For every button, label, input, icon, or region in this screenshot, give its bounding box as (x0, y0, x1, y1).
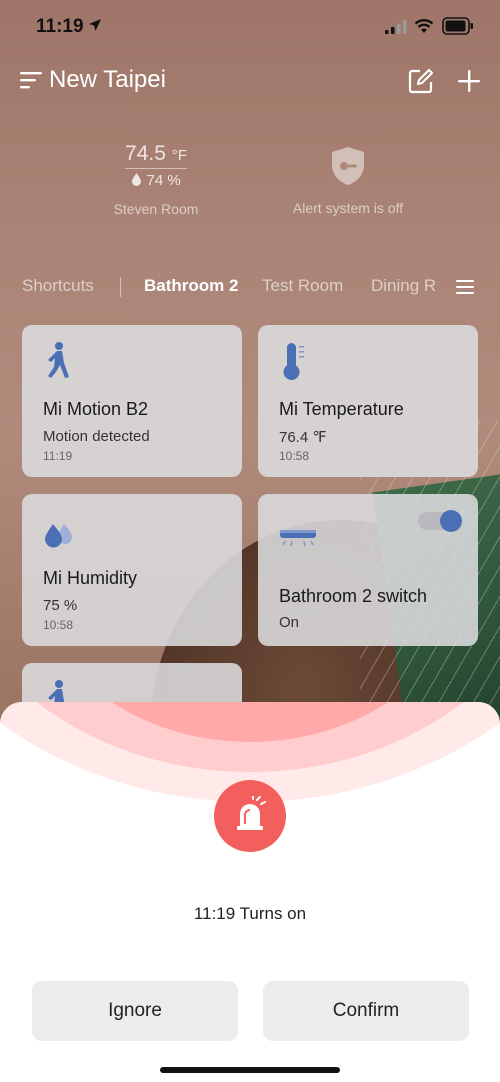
water-drops-icon (45, 524, 72, 548)
menu-icon[interactable] (20, 70, 42, 90)
ceiling-light-icon (280, 530, 316, 547)
device-name: Mi Temperature (279, 399, 404, 419)
device-card-bathroom-switch[interactable]: Bathroom 2 switch On (258, 494, 478, 646)
device-name: Mi Humidity (43, 568, 138, 588)
home-title[interactable]: New Taipei (49, 66, 166, 94)
walking-person-icon (48, 342, 69, 378)
alarm-siren-icon (237, 796, 266, 830)
room-name: Steven Room (113, 201, 199, 217)
device-status: 75 % (43, 597, 78, 614)
room-climate-summary[interactable]: 74.5 °F 74 % Steven Room (106, 142, 206, 217)
device-time: 10:58 (279, 449, 310, 463)
wifi-icon (414, 19, 434, 33)
confirm-button[interactable]: Confirm (263, 981, 469, 1041)
humidity-value: 74 % (146, 172, 181, 189)
tab-test-room[interactable]: Test Room (262, 276, 343, 296)
battery-icon (442, 17, 473, 35)
status-bar: 11:19 (0, 0, 500, 54)
tab-bathroom-2[interactable]: Bathroom 2 (144, 276, 238, 296)
cellular-signal-icon (385, 20, 407, 34)
water-drop-icon (132, 173, 142, 186)
device-name: Bathroom 2 switch (279, 586, 428, 606)
add-icon[interactable] (456, 68, 482, 94)
thermometer-icon (283, 343, 304, 380)
power-toggle[interactable] (418, 508, 464, 534)
header: New Taipei (0, 60, 500, 104)
status-time: 11:19 (36, 16, 84, 37)
device-card-motion-b2[interactable]: Mi Motion B2 Motion detected 11:19 (22, 325, 242, 477)
security-shield-icon[interactable] (330, 146, 366, 186)
device-time: 11:19 (43, 449, 73, 463)
room-tabs: Shortcuts Bathroom 2 Test Room Dining R (0, 274, 500, 300)
alert-bottom-sheet: 11:19 Turns on Ignore Confirm (0, 702, 500, 1082)
location-arrow-icon (89, 19, 101, 31)
temperature-unit: °F (171, 147, 187, 164)
device-card-humidity[interactable]: Mi Humidity 75 % 10:58 (22, 494, 242, 646)
tab-divider (120, 277, 121, 297)
humidity-reading: 74 % (106, 172, 206, 189)
alert-status-text[interactable]: Alert system is off (250, 200, 446, 216)
tab-dining-room[interactable]: Dining R (371, 276, 436, 296)
device-time: 10:58 (43, 618, 74, 632)
device-name: Mi Motion B2 (43, 399, 149, 419)
ignore-button[interactable]: Ignore (32, 981, 238, 1041)
edit-icon[interactable] (408, 68, 434, 94)
home-indicator (160, 1067, 340, 1073)
device-status: Motion detected (43, 428, 150, 445)
tab-shortcuts[interactable]: Shortcuts (22, 276, 94, 296)
alarm-badge (214, 780, 286, 852)
all-rooms-menu-icon[interactable] (456, 278, 476, 296)
device-status: On (279, 614, 300, 631)
alert-message: 11:19 Turns on (193, 904, 307, 923)
temperature-value: 74.5 (125, 142, 166, 165)
device-status: 76.4 ℉ (279, 429, 327, 446)
device-card-temperature[interactable]: Mi Temperature 76.4 ℉ 10:58 (258, 325, 478, 477)
temperature-reading: 74.5 °F (125, 142, 187, 169)
